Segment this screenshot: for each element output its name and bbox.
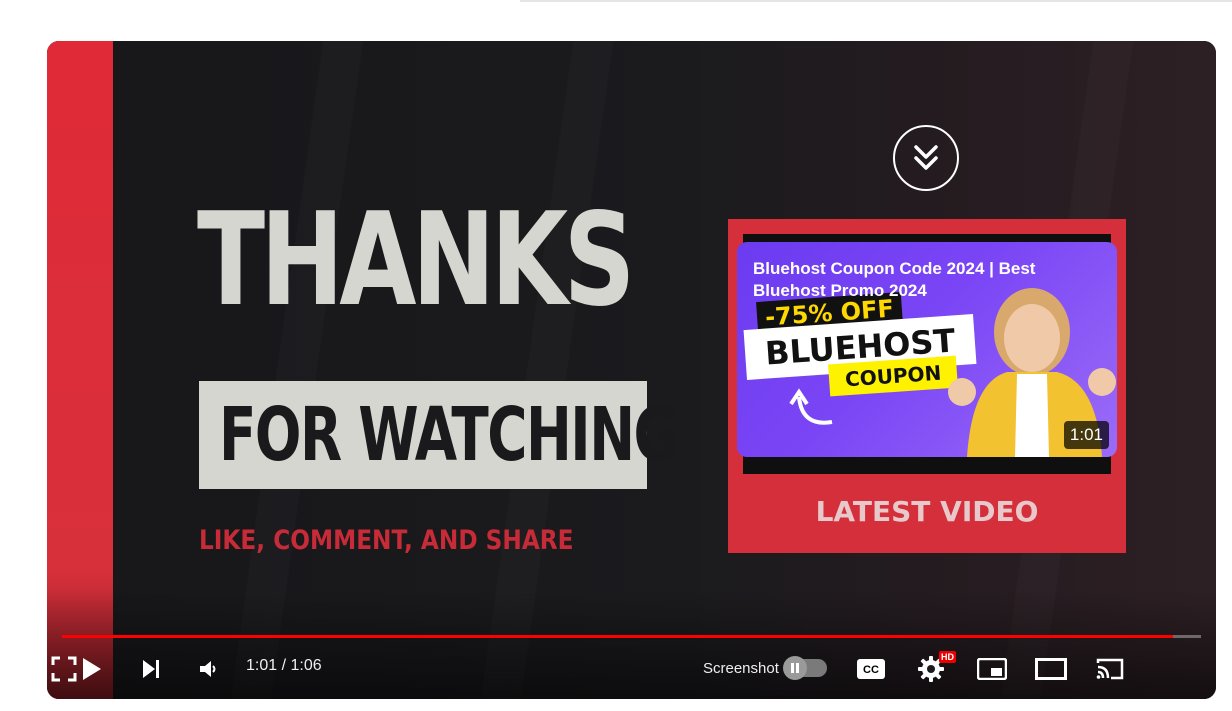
screenshot-toggle[interactable]: [783, 656, 827, 680]
next-button[interactable]: [135, 649, 167, 689]
theater-mode-button[interactable]: [1033, 649, 1069, 689]
suggested-video-title: Bluehost Coupon Code 2024 | Best Bluehos…: [753, 259, 1036, 300]
fullscreen-icon: [51, 656, 77, 682]
play-icon: [83, 658, 101, 680]
end-screen-banner: FOR WATCHING: [199, 381, 679, 489]
volume-icon: [200, 661, 216, 677]
end-screen-banner-text: FOR WATCHING: [219, 392, 679, 478]
video-player[interactable]: THANKS FOR WATCHING LIKE, COMMENT, AND S…: [47, 41, 1216, 699]
miniplayer-icon: [977, 658, 1007, 680]
progress-fill: [62, 635, 1173, 638]
top-divider: [520, 0, 1232, 2]
cast-icon: [1096, 658, 1124, 680]
screenshot-label: Screenshot: [703, 660, 779, 677]
cast-button[interactable]: [1093, 649, 1127, 689]
hd-badge: HD: [939, 651, 956, 663]
volume-button[interactable]: [192, 649, 224, 689]
chevron-down-double-icon: [893, 125, 959, 191]
miniplayer-button[interactable]: [975, 649, 1009, 689]
call-to-action: LIKE, COMMENT, AND SHARE: [199, 525, 574, 556]
latest-video-label: LATEST VIDEO: [815, 495, 1039, 528]
next-icon: [143, 660, 159, 678]
curved-arrow-icon: [789, 388, 833, 425]
captions-icon: CC: [857, 659, 885, 679]
theater-icon: [1035, 658, 1067, 680]
time-display: 1:01 / 1:06: [246, 657, 322, 674]
captions-button[interactable]: CC: [855, 649, 887, 689]
suggested-video-card[interactable]: -75% OFF BLUEHOST COUPON Bluehost Coupon…: [737, 242, 1117, 457]
end-screen-headline: THANKS: [197, 186, 635, 335]
pause-icon: [783, 656, 807, 680]
progress-bar[interactable]: [62, 635, 1201, 638]
duration-badge: 1:01: [1063, 421, 1109, 449]
fullscreen-button[interactable]: [47, 649, 81, 689]
svg-text:CC: CC: [863, 664, 879, 676]
